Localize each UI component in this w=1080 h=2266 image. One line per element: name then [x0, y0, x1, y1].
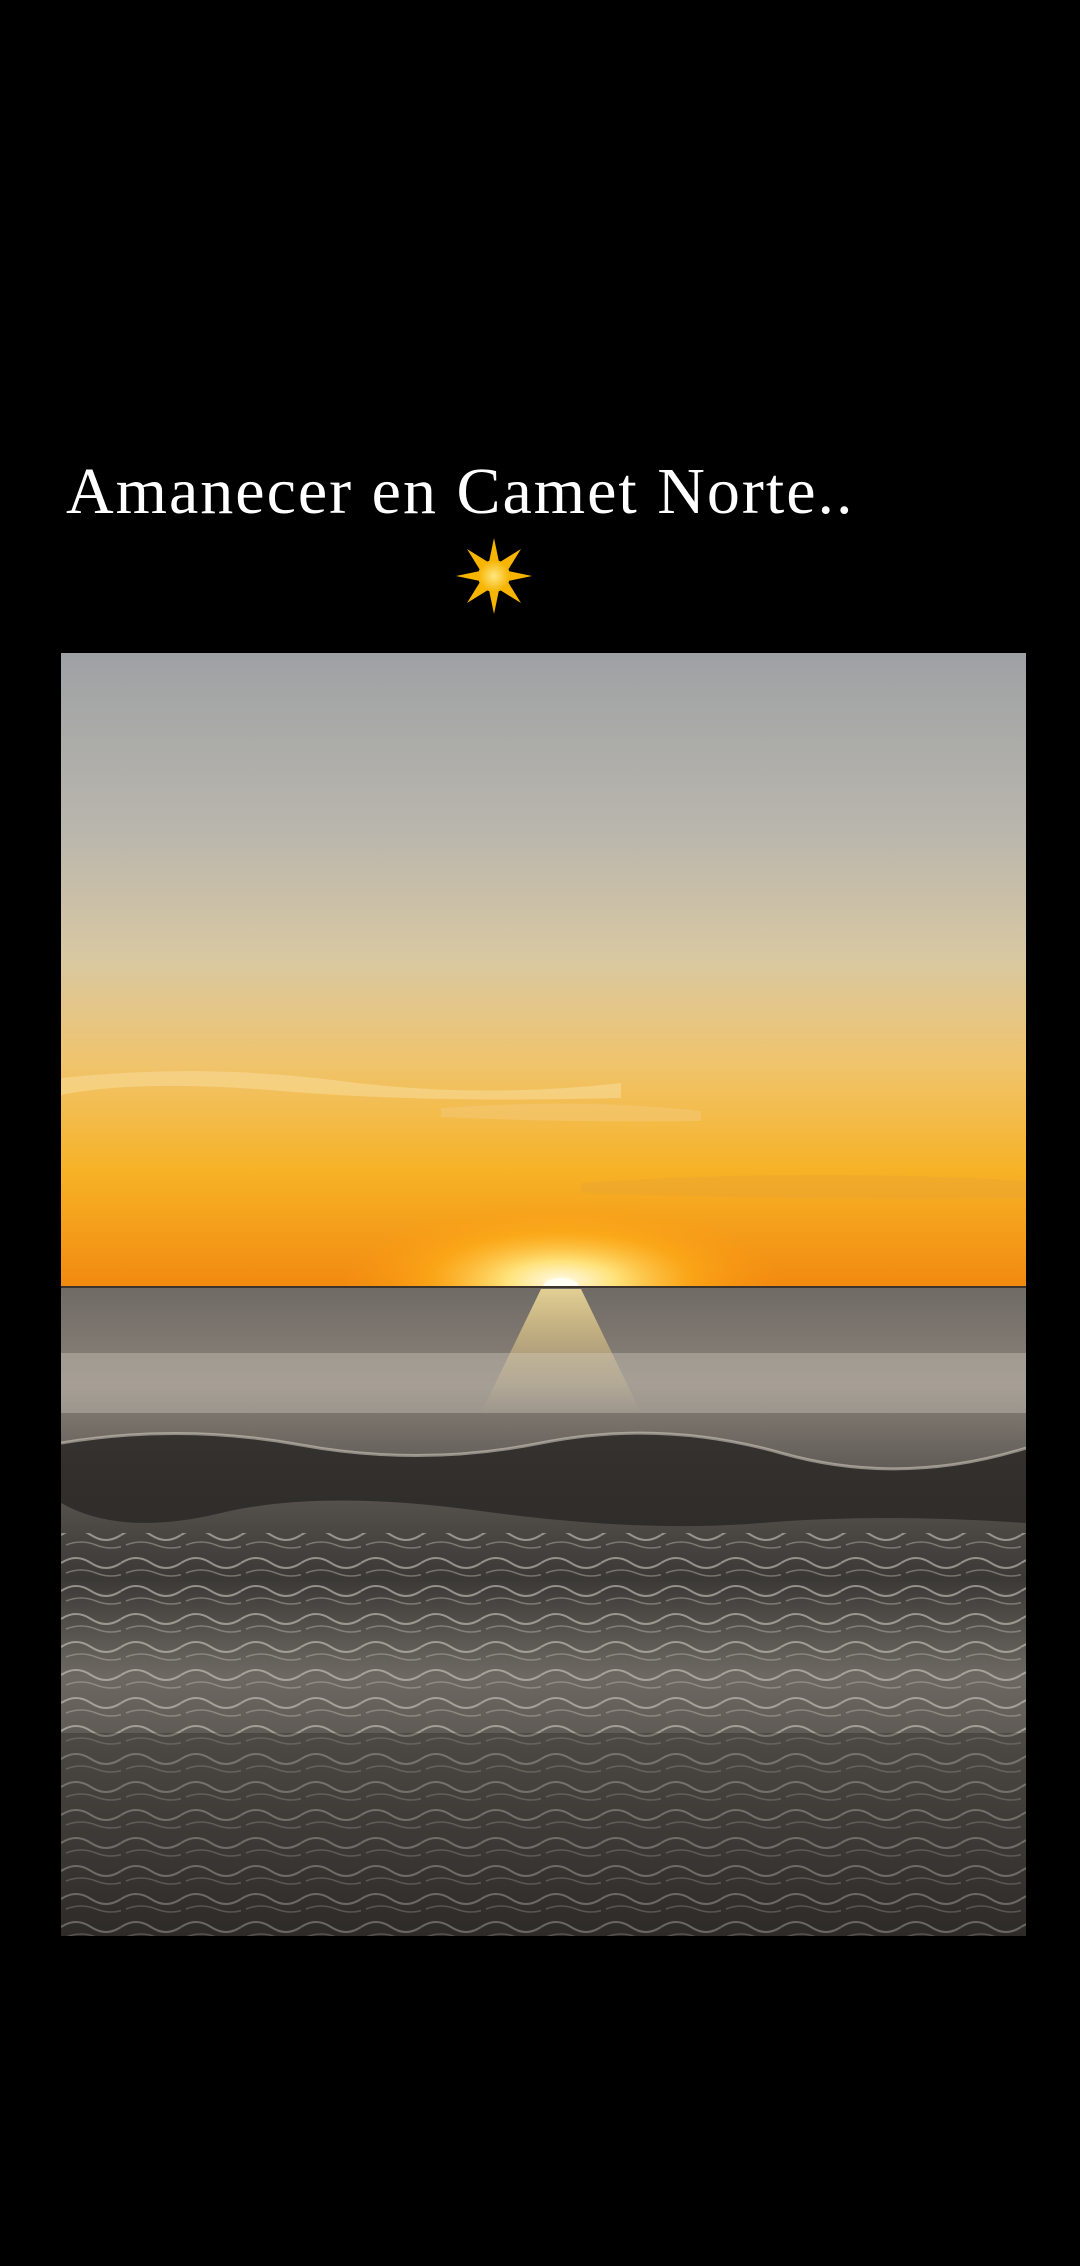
- story-screen: Amanecer en Camet Norte..: [0, 0, 1080, 2266]
- sunrise-photo: [61, 653, 1026, 1936]
- sun-icon: [454, 536, 534, 616]
- story-caption-text: Amanecer en Camet Norte..: [66, 455, 855, 528]
